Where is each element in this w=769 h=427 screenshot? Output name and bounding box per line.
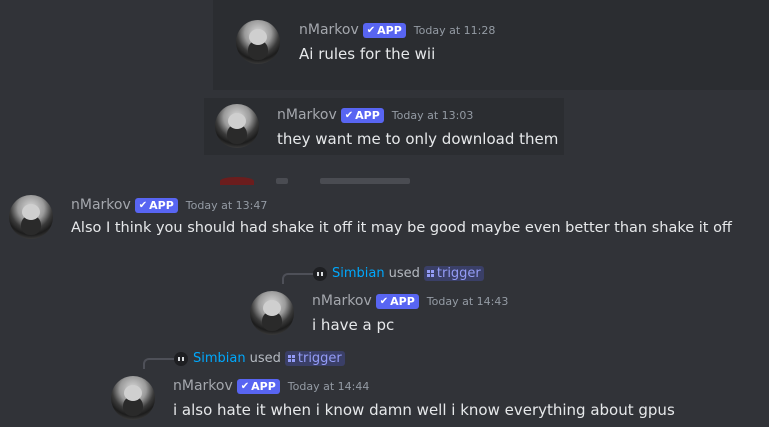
reply-context[interactable]: Simbian used trigger [313, 266, 484, 281]
username[interactable]: nMarkov [312, 293, 372, 309]
reply-spine [282, 273, 314, 284]
nested-panel-outer [213, 0, 769, 90]
robot-icon [174, 351, 188, 366]
timestamp[interactable]: Today at 13:47 [186, 199, 268, 212]
app-badge: ✔ APP [362, 22, 406, 38]
avatar[interactable] [236, 20, 280, 64]
app-badge: ✔ APP [375, 293, 419, 309]
bot-name[interactable]: Simbian [193, 351, 246, 366]
reply-spine [143, 358, 175, 369]
used-label: used [388, 266, 420, 281]
timestamp[interactable]: Today at 14:44 [288, 380, 370, 393]
checkmark-icon: ✔ [138, 199, 148, 211]
timestamp[interactable]: Today at 11:28 [414, 24, 496, 37]
partial-hidden-text [320, 178, 410, 184]
message-content: i also hate it when i know damn well i k… [173, 401, 675, 419]
message-content: they want me to only download them [277, 130, 559, 148]
command-chip[interactable]: trigger [423, 266, 484, 281]
username[interactable]: nMarkov [277, 107, 337, 123]
avatar[interactable] [215, 104, 259, 148]
command-chip[interactable]: trigger [284, 351, 345, 366]
checkmark-icon: ✔ [240, 380, 250, 392]
app-badge: ✔ APP [134, 197, 178, 213]
message-content: Ai rules for the wii [299, 45, 436, 63]
avatar[interactable] [111, 376, 155, 420]
message-content: i have a pc [312, 316, 395, 334]
message-content: Also I think you should had shake it off… [71, 220, 732, 236]
robot-icon [313, 266, 327, 281]
partial-hidden-text [276, 178, 288, 184]
app-badge: ✔ APP [236, 378, 280, 394]
timestamp[interactable]: Today at 13:03 [392, 109, 474, 122]
avatar[interactable] [250, 291, 294, 335]
username[interactable]: nMarkov [173, 378, 233, 394]
username[interactable]: nMarkov [71, 197, 131, 213]
reply-context[interactable]: Simbian used trigger [174, 351, 345, 366]
bot-name[interactable]: Simbian [332, 266, 385, 281]
app-badge: ✔ APP [340, 107, 384, 123]
checkmark-icon: ✔ [366, 24, 376, 36]
checkmark-icon: ✔ [344, 109, 354, 121]
slash-command-icon [287, 355, 295, 362]
used-label: used [249, 351, 281, 366]
username[interactable]: nMarkov [299, 22, 359, 38]
avatar[interactable] [9, 195, 53, 239]
slash-command-icon [426, 270, 434, 277]
checkmark-icon: ✔ [379, 295, 389, 307]
partial-avatar [220, 177, 254, 185]
timestamp[interactable]: Today at 14:43 [427, 295, 509, 308]
